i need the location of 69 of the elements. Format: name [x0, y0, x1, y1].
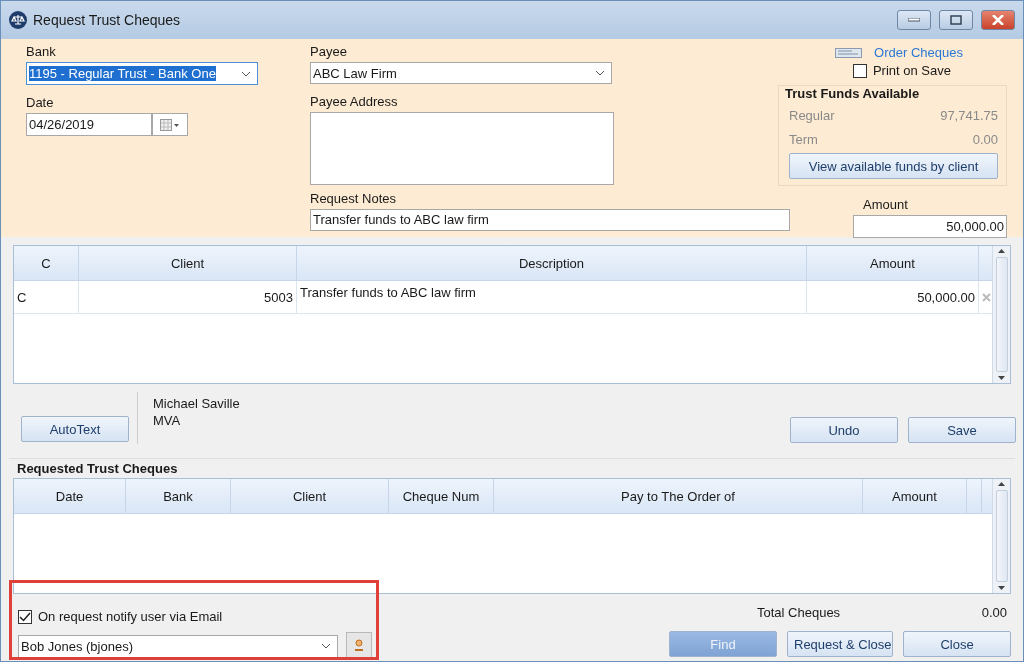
- close-button[interactable]: Close: [903, 631, 1011, 657]
- maximize-button[interactable]: [939, 10, 973, 30]
- payee-dropdown[interactable]: ABC Law Firm: [310, 62, 612, 85]
- table-cell: C: [14, 281, 79, 313]
- scroll-up-icon[interactable]: [998, 249, 1005, 253]
- payee-address-field[interactable]: [310, 111, 614, 185]
- scroll-bar[interactable]: [992, 479, 1010, 593]
- close-icon: [992, 15, 1004, 25]
- date-field[interactable]: 04/26/2019: [26, 113, 152, 136]
- user-picker-button[interactable]: [346, 632, 372, 658]
- client-info-text: Michael Saville: [153, 395, 240, 412]
- field-label: Date: [26, 94, 55, 111]
- calendar-icon: [160, 118, 180, 131]
- notify-checkbox[interactable]: [18, 609, 32, 624]
- request-close-button[interactable]: Request & Close: [787, 631, 893, 657]
- scroll-down-icon[interactable]: [998, 586, 1005, 590]
- column-header[interactable]: Bank: [126, 479, 231, 513]
- column-header[interactable]: Pay to The Order of: [494, 479, 863, 513]
- chevron-down-icon: [595, 70, 606, 77]
- group-title: Trust Funds Available: [785, 86, 921, 101]
- autotext-button[interactable]: AutoText: [21, 416, 129, 442]
- scroll-bar[interactable]: [992, 246, 1010, 383]
- chevron-down-icon: [241, 70, 252, 77]
- column-header[interactable]: Client: [231, 479, 389, 513]
- print-on-save-checkbox[interactable]: [852, 63, 867, 78]
- maximize-icon: [950, 15, 962, 25]
- column-header[interactable]: Amount: [807, 246, 979, 280]
- window-title: Request Trust Cheques: [33, 12, 182, 28]
- person-icon: [354, 639, 364, 651]
- calendar-button[interactable]: [152, 113, 188, 136]
- view-funds-button[interactable]: View available funds by client: [789, 153, 998, 179]
- field-label: Bank: [26, 43, 57, 60]
- scales-icon: [9, 11, 27, 29]
- column-header[interactable]: Client: [79, 246, 297, 280]
- order-cheques-link[interactable]: Order Cheques: [874, 45, 963, 60]
- request-notes-field[interactable]: Transfer funds to ABC law firm: [310, 208, 790, 231]
- field-label: Amount: [862, 196, 909, 213]
- cheque-icon: [835, 47, 863, 58]
- section-title: Requested Trust Cheques: [17, 460, 178, 477]
- user-dropdown[interactable]: Bob Jones (bjones): [18, 634, 338, 658]
- column-header[interactable]: Cheque Num: [389, 479, 494, 513]
- scroll-down-icon[interactable]: [998, 376, 1005, 380]
- table-cell: Transfer funds to ABC law firm: [297, 281, 807, 313]
- minimize-button[interactable]: [897, 10, 931, 30]
- undo-button[interactable]: Undo: [790, 417, 898, 443]
- table-cell: 5003: [79, 281, 297, 313]
- scroll-up-icon[interactable]: [998, 482, 1005, 486]
- amount-field[interactable]: 50,000.00: [853, 215, 1007, 238]
- checkbox-label: On request notify user via Email: [38, 608, 223, 625]
- minimize-icon: [908, 18, 920, 22]
- save-button[interactable]: Save: [908, 417, 1016, 443]
- bank-dropdown[interactable]: 1195 - Regular Trust - Bank One: [26, 62, 258, 85]
- fund-value: 0.00: [972, 130, 998, 148]
- fund-value: 97,741.75: [940, 106, 998, 124]
- fund-label: Term: [789, 130, 818, 148]
- column-header[interactable]: C: [14, 246, 79, 280]
- client-info-text: MVA: [153, 412, 182, 429]
- column-header[interactable]: Date: [14, 479, 126, 513]
- total-label: Total Cheques: [757, 604, 841, 621]
- total-value: 0.00: [981, 604, 1007, 621]
- field-label: Payee: [310, 43, 348, 60]
- column-header[interactable]: Description: [297, 246, 807, 280]
- column-header[interactable]: Amount: [863, 479, 967, 513]
- checkbox-label: Print on Save: [872, 62, 951, 79]
- fund-label: Regular: [789, 106, 835, 124]
- table-cell: 50,000.00: [807, 281, 979, 313]
- field-label: Request Notes: [310, 189, 397, 207]
- chevron-down-icon: [321, 643, 332, 649]
- close-button[interactable]: [981, 10, 1015, 30]
